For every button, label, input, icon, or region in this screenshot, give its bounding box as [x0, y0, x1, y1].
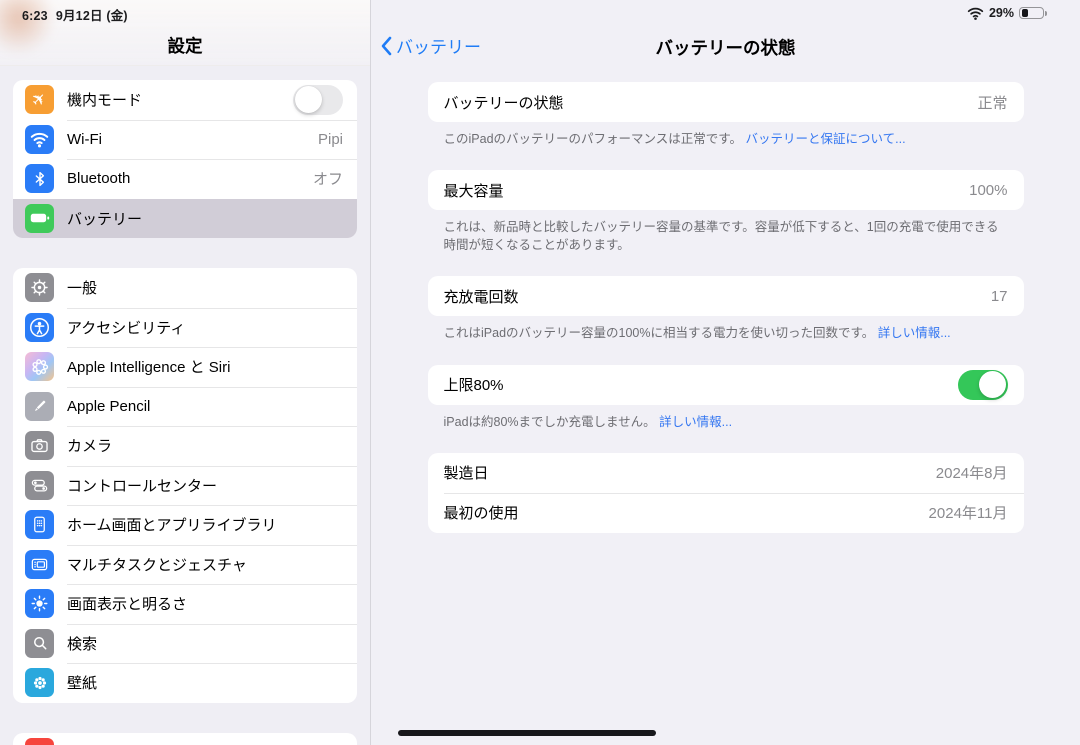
sidebar-header: 6:23 9月12日 (金) 設定	[0, 0, 370, 66]
sidebar-item-display-brightness[interactable]: 画面表示と明るさ	[13, 584, 357, 624]
sidebar-item-general[interactable]: 一般	[13, 268, 357, 308]
max-capacity-footnote: これは、新品時と比較したバッテリー容量の基準です。容量が低下すると、1回の充電で…	[444, 218, 1004, 254]
sidebar-group-radios: ✈ 機内モード Wi-Fi Pipi Bluetooth オフ	[13, 80, 357, 238]
first-use-date-row: 最初の使用 2024年11月	[428, 493, 1024, 533]
sidebar-item-label: Apple Intelligence と Siri	[67, 356, 230, 377]
cycle-count-learn-more-link[interactable]: 詳しい情報...	[878, 326, 951, 340]
sidebar-item-label: 機内モード	[67, 89, 142, 110]
sidebar-item-label: マルチタスクとジェスチャ	[67, 554, 247, 575]
wifi-network-value: Pipi	[318, 131, 343, 148]
manufacture-date-value: 2024年8月	[936, 462, 1008, 483]
charge-limit-row: 上限80%	[428, 365, 1024, 405]
sidebar-item-label: 検索	[67, 633, 97, 654]
charge-limit-footnote: iPadは約80%までしか充電しません。 詳しい情報...	[444, 413, 1004, 431]
sidebar-item-control-center[interactable]: コントロールセンター	[13, 466, 357, 506]
sidebar-item-wifi[interactable]: Wi-Fi Pipi	[13, 120, 357, 160]
sidebar-item-label: Apple Pencil	[67, 398, 150, 415]
footnote-text: このiPadのバッテリーのパフォーマンスは正常です。	[444, 132, 743, 146]
battery-health-value: 正常	[977, 92, 1007, 113]
max-capacity-value: 100%	[969, 182, 1007, 199]
battery-health-row: バッテリーの状態 正常	[428, 82, 1024, 122]
sidebar-item-apple-intelligence-siri[interactable]: Apple Intelligence と Siri	[13, 347, 357, 387]
sidebar-item-label: アクセシビリティ	[67, 317, 185, 338]
gear-icon	[25, 273, 54, 302]
status-time: 6:23	[22, 9, 48, 23]
camera-icon	[25, 431, 54, 460]
sidebar-item-label: Bluetooth	[67, 170, 130, 187]
cycle-count-card: 充放電回数 17	[428, 276, 1024, 316]
charge-limit-label: 上限80%	[444, 374, 504, 395]
sidebar-item-label: カメラ	[67, 435, 112, 456]
charge-limit-card: 上限80%	[428, 365, 1024, 405]
charge-limit-toggle[interactable]	[958, 370, 1008, 400]
sidebar-item-label: 一般	[67, 277, 97, 298]
navigation-bar: バッテリー バッテリーの状態	[371, 0, 1080, 62]
sidebar-item-multitasking[interactable]: マルチタスクとジェスチャ	[13, 545, 357, 585]
status-date: 9月12日 (金)	[56, 9, 128, 23]
airplane-icon: ✈	[25, 85, 54, 114]
cycle-count-label: 充放電回数	[444, 286, 519, 307]
multitask-icon	[25, 550, 54, 579]
cycle-count-footnote: これはiPadのバッテリー容量の100%に相当する電力を使い切った回数です。 詳…	[444, 324, 1004, 342]
sidebar-item-notifications[interactable]	[13, 733, 357, 745]
sidebar-item-apple-pencil[interactable]: Apple Pencil	[13, 387, 357, 427]
status-bar-left: 6:23 9月12日 (金)	[22, 5, 128, 24]
sidebar-item-home-screen[interactable]: ホーム画面とアプリライブラリ	[13, 505, 357, 545]
bluetooth-state-value: オフ	[313, 168, 343, 189]
charge-limit-learn-more-link[interactable]: 詳しい情報...	[659, 415, 732, 429]
sidebar-group-general: 一般 アクセシビリティ Apple Intelligence と Siri Ap…	[13, 268, 357, 703]
bluetooth-icon	[25, 164, 54, 193]
sidebar-item-wallpaper[interactable]: 壁紙	[13, 663, 357, 703]
sidebar-item-label: 壁紙	[67, 672, 97, 693]
home-indicator[interactable]	[398, 730, 656, 736]
sidebar-item-battery[interactable]: バッテリー	[13, 199, 357, 239]
footnote-text: これは、新品時と比較したバッテリー容量の基準です。容量が低下すると、1回の充電で…	[444, 220, 999, 252]
footnote-text: iPadは約80%までしか充電しません。	[444, 415, 656, 429]
sidebar-item-label: Wi-Fi	[67, 131, 102, 148]
sidebar-item-label: ホーム画面とアプリライブラリ	[67, 514, 277, 535]
max-capacity-row: 最大容量 100%	[428, 170, 1024, 210]
manufacture-date-label: 製造日	[444, 462, 489, 483]
max-capacity-card: 最大容量 100%	[428, 170, 1024, 210]
search-icon	[25, 629, 54, 658]
control-center-icon	[25, 471, 54, 500]
sidebar-item-label: バッテリー	[67, 208, 142, 229]
first-use-label: 最初の使用	[444, 502, 519, 523]
sidebar-item-camera[interactable]: カメラ	[13, 426, 357, 466]
sidebar-item-label: 画面表示と明るさ	[67, 593, 187, 614]
apple-intelligence-icon	[25, 352, 54, 381]
battery-health-footnote: このiPadのバッテリーのパフォーマンスは正常です。 バッテリーと保証について.…	[444, 130, 1004, 148]
sidebar-item-label: コントロールセンター	[67, 475, 217, 496]
home-screen-icon	[25, 510, 54, 539]
detail-title: バッテリーの状態	[371, 35, 1080, 60]
sidebar-item-accessibility[interactable]: アクセシビリティ	[13, 308, 357, 348]
battery-warranty-link[interactable]: バッテリーと保証について...	[746, 132, 906, 146]
page-title: 設定	[0, 33, 370, 58]
first-use-value: 2024年11月	[929, 502, 1008, 523]
battery-health-pane: 29% バッテリー バッテリーの状態 バッテリーの状態 正常 このiPadのバッ…	[371, 0, 1080, 745]
battery-health-content: バッテリーの状態 正常 このiPadのバッテリーのパフォーマンスは正常です。 バ…	[428, 82, 1024, 533]
ipad-settings-screen: 6:23 9月12日 (金) 設定 ✈ 機内モード Wi-Fi Pipi	[0, 0, 1080, 745]
airplane-mode-toggle[interactable]	[293, 85, 343, 115]
sidebar-item-search[interactable]: 検索	[13, 624, 357, 664]
manufacture-date-row: 製造日 2024年8月	[428, 453, 1024, 493]
pencil-icon	[25, 392, 54, 421]
wallpaper-icon	[25, 668, 54, 697]
max-capacity-label: 最大容量	[444, 180, 504, 201]
settings-sidebar: 6:23 9月12日 (金) 設定 ✈ 機内モード Wi-Fi Pipi	[0, 0, 371, 745]
battery-health-card: バッテリーの状態 正常	[428, 82, 1024, 122]
footnote-text: これはiPadのバッテリー容量の100%に相当する電力を使い切った回数です。	[444, 326, 875, 340]
notifications-icon	[25, 738, 54, 745]
battery-dates-card: 製造日 2024年8月 最初の使用 2024年11月	[428, 453, 1024, 533]
brightness-icon	[25, 589, 54, 618]
accessibility-icon	[25, 313, 54, 342]
cycle-count-row: 充放電回数 17	[428, 276, 1024, 316]
sidebar-item-bluetooth[interactable]: Bluetooth オフ	[13, 159, 357, 199]
cycle-count-value: 17	[991, 288, 1008, 305]
battery-icon	[25, 204, 54, 233]
battery-health-label: バッテリーの状態	[444, 92, 564, 113]
sidebar-group-notifications	[13, 733, 357, 745]
wifi-icon	[25, 125, 54, 154]
sidebar-item-airplane-mode[interactable]: ✈ 機内モード	[13, 80, 357, 120]
